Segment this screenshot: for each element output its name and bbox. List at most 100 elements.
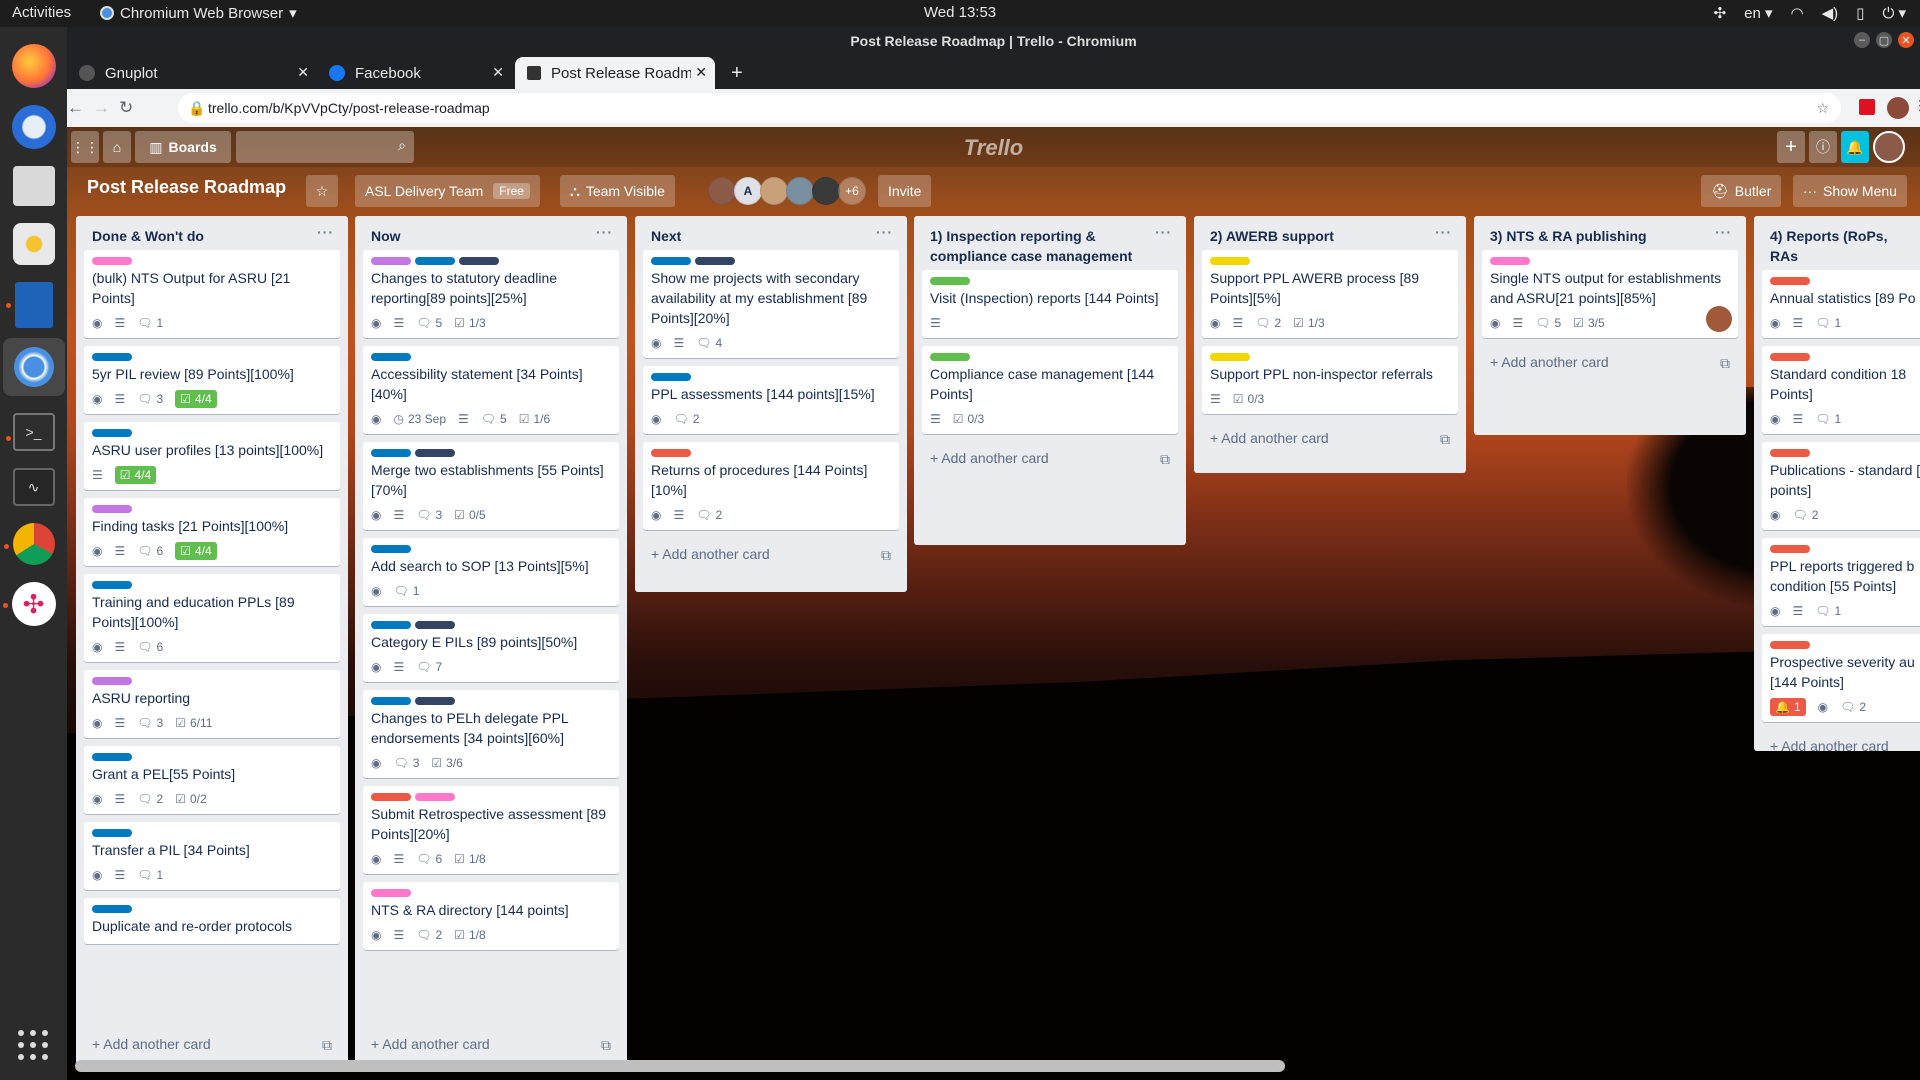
card[interactable]: Show me projects with secondary availabi… [643,250,899,358]
add-card-button[interactable]: + Add another card ⧉ [635,538,907,574]
card[interactable]: Prospective severity au [144 Points] 🔔 1 ◉ 🗨… [1762,634,1920,722]
close-window-button[interactable]: ✕ [1898,32,1914,48]
label-red[interactable] [651,449,691,457]
list-title[interactable]: Now [355,216,627,250]
info-icon[interactable]: ⓘ [1809,131,1837,163]
close-tab-icon[interactable]: ✕ [297,64,309,81]
label-blue[interactable] [651,257,691,265]
minimize-button[interactable]: – [1854,32,1870,48]
card[interactable]: Support PPL non-inspector referrals ☰ ☑ 0/3 [1202,346,1458,414]
language-indicator[interactable]: en ▾ [1744,4,1772,22]
card[interactable]: Accessibility statement [34 Points][40%]… [363,346,619,434]
add-card-button[interactable]: + Add another card ⧉ [76,1028,348,1064]
show-menu-button[interactable]: ··· Show Menu [1793,175,1907,207]
label-red[interactable] [1770,277,1810,285]
card-template-icon[interactable]: ⧉ [1720,353,1730,373]
browser-menu-icon[interactable]: ⋮ [1913,97,1920,114]
card[interactable]: Support PPL AWERB process [89 Points][5%… [1202,250,1458,338]
card[interactable]: Finding tasks [21 Points][100%] ◉ ☰ 🗨 6 ☑ 4/4 [84,498,340,566]
card[interactable]: NTS & RA directory [144 points] ◉ ☰ 🗨 2 ☑ 1/8 [363,882,619,950]
label-blue[interactable] [371,697,411,705]
label-blue[interactable] [651,373,691,381]
member-avatar[interactable] [786,177,814,205]
apps-grid-icon[interactable]: ⋮⋮ [71,131,99,163]
url-field[interactable]: 🔒 trello.com/b/KpVVpCty/post-release-roa… [178,93,1841,123]
forward-button[interactable]: → [93,98,110,118]
horizontal-scrollbar[interactable] [75,1060,1285,1072]
card-template-icon[interactable]: ⧉ [1440,429,1450,449]
thunderbird-dock-icon[interactable] [11,105,56,149]
search-input[interactable]: ⌕ [236,131,414,163]
card[interactable]: ASRU user profiles [13 points][100%] ☰ ☑ 4/… [84,422,340,490]
chromium-dock-icon[interactable] [2,338,65,396]
label-blue[interactable] [92,353,132,361]
card[interactable]: 5yr PIL review [89 Points][100%] ◉ ☰ 🗨 3 ☑ 4/4 [84,346,340,414]
label-pink[interactable] [371,889,411,897]
card[interactable]: Grant a PEL[55 Points] ◉ ☰ 🗨 2 ☑ 0/2 [84,746,340,814]
butler-button[interactable]: ⛑ Butler [1701,175,1782,207]
card[interactable]: Annual statistics [89 Po ◉ ☰ 🗨 1 [1762,270,1920,338]
card[interactable]: Training and education PPLs [89 Points][… [84,574,340,662]
label-blue[interactable] [415,257,455,265]
rhythmbox-dock-icon[interactable] [12,223,55,265]
back-button[interactable]: ← [67,98,84,118]
card[interactable]: Publications - standard [55 points] ◉ 🗨 2 [1762,442,1920,530]
show-applications-icon[interactable] [18,1030,50,1062]
member-avatar[interactable]: A [734,177,762,205]
label-blue[interactable] [92,829,132,837]
list-title[interactable]: 4) Reports (RoPs, RAs [1754,216,1920,270]
card[interactable]: PPL reports triggered b condition [55 Po… [1762,538,1920,626]
tab-facebook[interactable]: Facebook ✕ [317,57,512,89]
label-blue[interactable] [371,621,411,629]
card[interactable]: Changes to statutory deadline reporting[… [363,250,619,338]
list-menu-icon[interactable]: ··· [596,224,613,240]
system-monitor-dock-icon[interactable]: ∿ [12,468,55,506]
writer-dock-icon[interactable] [5,282,53,328]
label-blue[interactable] [371,353,411,361]
add-card-button[interactable]: + Add another card ⧉ [914,442,1186,478]
label-yellow[interactable] [1210,257,1250,265]
chrome-beta-dock-icon[interactable] [3,523,55,565]
card-template-icon[interactable]: ⧉ [322,1035,332,1055]
label-red[interactable] [1770,449,1810,457]
member-avatar[interactable] [708,177,736,205]
label-pink[interactable] [92,257,132,265]
list-title[interactable]: Next [635,216,907,250]
card[interactable]: Submit Retrospective assessment [89 Poin… [363,786,619,874]
list-title[interactable]: 2) AWERB support [1194,216,1466,250]
label-purple[interactable] [92,505,132,513]
slack-dock-icon[interactable]: ✣ [2,582,56,626]
label-blue[interactable] [371,545,411,553]
slack-tray-icon[interactable]: ✣ [1714,4,1727,22]
visibility-button[interactable]: ⛬ Team Visible [560,175,675,207]
label-red[interactable] [1770,641,1810,649]
label-green[interactable] [930,277,970,285]
label-navy[interactable] [415,621,455,629]
boards-button[interactable]: ▥ Boards [135,131,231,163]
add-card-button[interactable]: + Add another card [1754,730,1920,766]
profile-avatar[interactable] [1887,97,1909,119]
user-avatar[interactable] [1873,131,1905,163]
team-button[interactable]: ASL Delivery Team Free [355,175,540,207]
label-blue[interactable] [92,581,132,589]
label-blue[interactable] [371,449,411,457]
label-blue[interactable] [92,429,132,437]
extension-icon[interactable] [1859,99,1875,115]
card[interactable]: Single NTS output for establishments and… [1482,250,1738,338]
label-pink[interactable] [415,793,455,801]
card[interactable]: (bulk) NTS Output for ASRU [21 Points] ◉ ☰… [84,250,340,338]
label-blue[interactable] [92,753,132,761]
card-template-icon[interactable]: ⧉ [1160,449,1170,469]
label-green[interactable] [930,353,970,361]
invite-button[interactable]: Invite [878,175,932,207]
tab-gnuplot[interactable]: Gnuplot ✕ [67,57,317,89]
firefox-dock-icon[interactable] [11,44,56,88]
card-template-icon[interactable]: ⧉ [881,545,891,565]
terminal-dock-icon[interactable]: >_ [5,413,55,451]
notifications-bell-icon[interactable]: 🔔 [1841,131,1869,163]
card[interactable]: Duplicate and re-order protocols [84,898,340,944]
list-title[interactable]: Done & Won't do [76,216,348,250]
card[interactable]: Merge two establishments [55 Points][70%… [363,442,619,530]
list-title[interactable]: 3) NTS & RA publishing [1474,216,1746,250]
label-red[interactable] [1770,353,1810,361]
